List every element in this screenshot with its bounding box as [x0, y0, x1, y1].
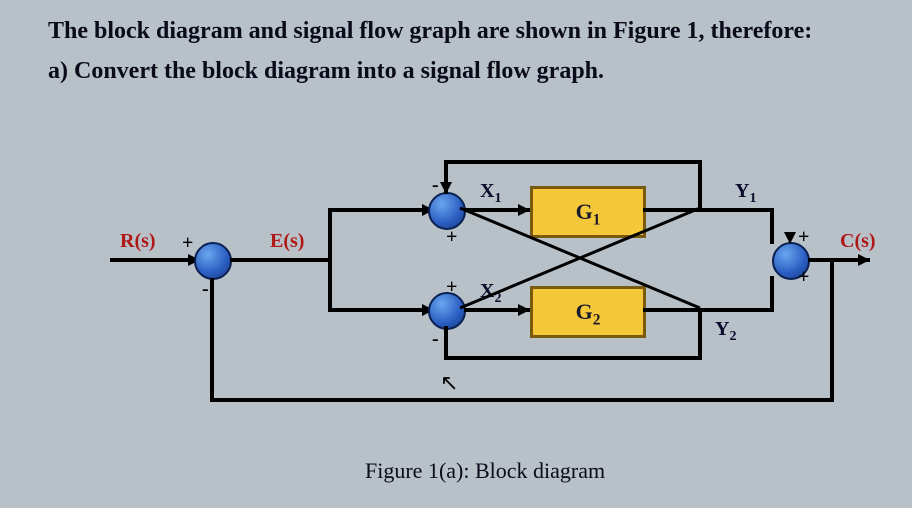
sign-plus: +: [798, 266, 809, 289]
wire: [328, 208, 332, 312]
prompt-line-2: a) Convert the block diagram into a sign…: [48, 58, 604, 85]
wire: [444, 160, 702, 164]
lbl: Y: [735, 180, 749, 202]
signal-label-R: R(s): [120, 230, 156, 253]
prompt-line-1: The block diagram and signal flow graph …: [48, 18, 812, 45]
wire: [698, 308, 702, 360]
wire: [444, 326, 448, 360]
sign-minus: -: [432, 328, 439, 351]
arrow-icon: [440, 182, 452, 194]
signal-label-E: E(s): [270, 230, 304, 253]
wire: [230, 258, 330, 262]
wire: [770, 208, 774, 244]
cross-feedback-icon: [460, 208, 700, 312]
sign-plus: +: [798, 226, 809, 249]
signal-label-Y2: Y2: [715, 318, 736, 345]
wire: [210, 278, 214, 402]
wire: [698, 160, 702, 212]
sign-minus: -: [432, 174, 439, 197]
lbl-sub: 1: [494, 191, 501, 206]
wire: [210, 398, 834, 402]
wire: [770, 276, 774, 312]
block-diagram: R(s) + - E(s) + - + - X1 X 2: [110, 150, 870, 430]
figure-caption: Figure 1(a): Block diagram: [365, 458, 605, 484]
signal-label-X1: X1: [480, 180, 501, 207]
signal-label-C: C(s): [840, 230, 876, 253]
cursor-icon: ↖: [440, 370, 458, 396]
lbl-sub: 2: [729, 329, 736, 344]
lbl-sub: 2: [593, 311, 601, 328]
sign-plus: +: [182, 232, 193, 255]
sign-plus: +: [446, 276, 457, 299]
page: The block diagram and signal flow graph …: [0, 0, 912, 508]
wire: [444, 356, 702, 360]
wire: [328, 308, 426, 312]
wire: [110, 258, 192, 262]
wire: [830, 258, 834, 402]
arrow-icon: [858, 254, 870, 266]
signal-label-Y1: Y1: [735, 180, 756, 207]
wire: [328, 208, 426, 212]
lbl: Y: [715, 318, 729, 340]
lbl-sub: 1: [749, 191, 756, 206]
lbl: X: [480, 180, 494, 202]
sign-plus: +: [446, 226, 457, 249]
summing-junction-1: [194, 242, 232, 280]
sign-minus: -: [202, 278, 209, 301]
arrow-icon: [784, 232, 796, 244]
